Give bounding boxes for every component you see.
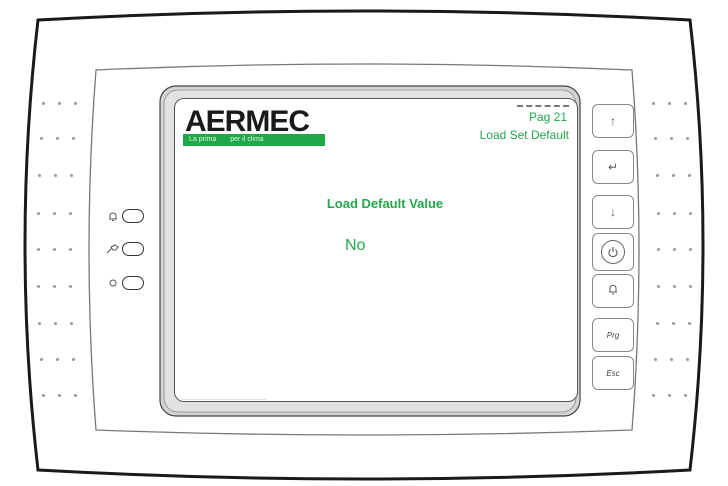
alarm-led-icon	[104, 209, 122, 223]
power-led-button[interactable]	[122, 276, 144, 290]
keypad: ↑ ↵ ↓ Prg Esc	[586, 104, 640, 402]
alarm-led-row[interactable]	[104, 209, 144, 223]
field-value[interactable]: No	[345, 237, 365, 255]
brand-logo: AERMEC	[185, 105, 310, 138]
page-number: Pag 21	[528, 110, 567, 124]
up-arrow-icon: ↑	[610, 114, 616, 128]
enter-icon: ↵	[607, 160, 619, 174]
lcd-screen: AERMEC La prima per il clima Pag 21 Load…	[174, 98, 578, 402]
power-icon	[601, 240, 625, 264]
alarm-button[interactable]	[592, 274, 634, 308]
page-indicator-rule	[517, 105, 569, 107]
screen-baseline	[181, 399, 266, 400]
prg-label: Prg	[606, 330, 620, 340]
up-button[interactable]: ↑	[592, 104, 634, 138]
esc-button[interactable]: Esc	[592, 356, 634, 390]
bell-icon	[607, 283, 619, 299]
power-button[interactable]	[592, 233, 634, 271]
power-led-icon	[104, 276, 122, 290]
tagline-right: per il clima	[230, 136, 264, 143]
field-label: Load Default Value	[326, 196, 444, 211]
alarm-led-button[interactable]	[122, 209, 144, 223]
service-led-row[interactable]	[104, 242, 144, 256]
down-button[interactable]: ↓	[592, 195, 634, 229]
right-speaker-grille	[628, 0, 728, 486]
down-arrow-icon: ↓	[610, 205, 616, 219]
page-title: Load Set Default	[479, 128, 569, 142]
brand-tagline-bar: La prima per il clima	[183, 134, 325, 146]
service-led-button[interactable]	[122, 242, 144, 256]
power-led-row[interactable]	[104, 276, 144, 290]
service-led-icon	[104, 242, 122, 256]
enter-button[interactable]: ↵	[592, 150, 634, 184]
left-speaker-grille	[0, 0, 100, 486]
tagline-left: La prima	[189, 136, 217, 143]
prg-button[interactable]: Prg	[592, 318, 634, 352]
esc-label: Esc	[606, 368, 620, 378]
